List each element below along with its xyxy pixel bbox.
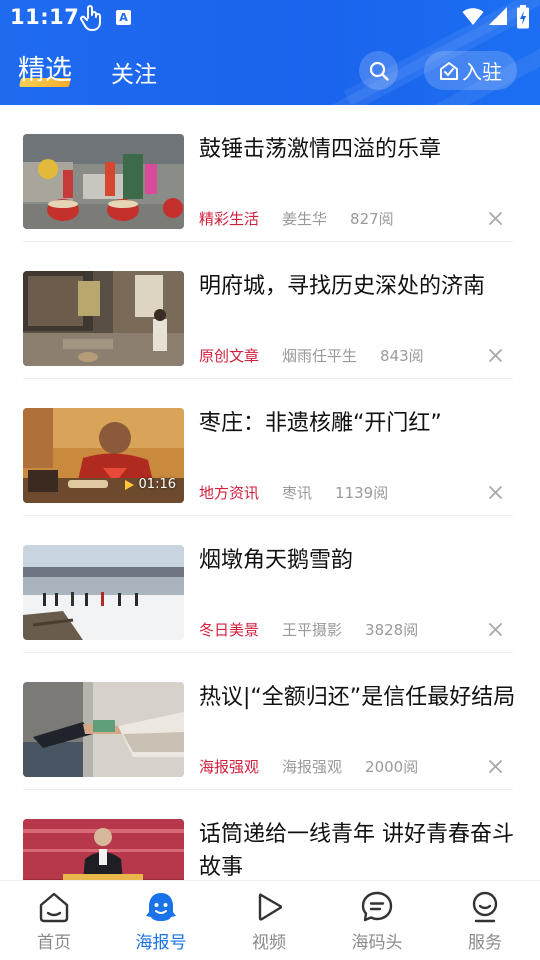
article-tag[interactable]: 精彩生活 — [199, 208, 259, 229]
nav-service[interactable]: 服务 — [431, 881, 539, 960]
search-icon — [369, 61, 389, 81]
wifi-icon — [462, 6, 484, 30]
article-title[interactable]: 枣庄：非遗核雕“开门红” — [199, 407, 519, 440]
article-tag[interactable]: 冬日美景 — [199, 619, 259, 640]
read-count: 2000阅 — [365, 758, 419, 776]
join-icon — [440, 61, 458, 80]
article-thumbnail[interactable]: 01:16 — [23, 408, 184, 503]
article-title[interactable]: 话筒递给一线青年 讲好青春奋斗故事 — [199, 818, 519, 880]
status-time: 11:17 — [10, 5, 80, 29]
play-icon — [124, 479, 134, 490]
keyboard-a-icon: A — [116, 10, 131, 25]
feed-item[interactable]: 热议|“全额归还”是信任最好结局 海报强观 海报强观 2000阅 — [0, 653, 540, 790]
article-author[interactable]: 枣讯 — [282, 482, 312, 503]
nav-haimatou[interactable]: 海码头 — [323, 881, 431, 960]
article-tag[interactable]: 地方资讯 — [199, 482, 259, 503]
home-icon — [39, 892, 69, 923]
bottom-nav: 首页 海报号 视频 海码头 服务 — [0, 880, 540, 960]
article-title[interactable]: 热议|“全额归还”是信任最好结局 — [199, 681, 519, 714]
close-icon[interactable] — [487, 210, 504, 227]
article-feed[interactable]: 鼓锤击荡激情四溢的乐章 精彩生活 姜生华 827阅 明府城，寻找历史深处的济南 … — [0, 105, 540, 880]
close-icon[interactable] — [487, 758, 504, 775]
article-title[interactable]: 鼓锤击荡激情四溢的乐章 — [199, 133, 519, 166]
battery-icon — [516, 5, 530, 33]
play-icon — [258, 893, 283, 921]
touch-gesture-icon — [80, 5, 102, 35]
join-label: 入驻 — [462, 60, 502, 84]
close-icon[interactable] — [487, 484, 504, 501]
join-button[interactable]: 入驻 — [424, 51, 517, 90]
article-tag[interactable]: 原创文章 — [199, 345, 259, 366]
feed-item[interactable]: 烟墩角天鹅雪韵 冬日美景 王平摄影 3828阅 — [0, 516, 540, 653]
article-tag[interactable]: 海报强观 — [199, 756, 259, 777]
service-icon — [472, 891, 498, 923]
nav-home[interactable]: 首页 — [0, 881, 108, 960]
nav-label: 视频 — [252, 933, 286, 953]
status-bar: 11:17 A — [0, 0, 540, 38]
article-thumbnail — [23, 819, 184, 880]
nav-haibaohao[interactable]: 海报号 — [107, 881, 215, 960]
chat-bubble-icon — [361, 891, 393, 922]
feed-item[interactable]: 明府城，寻找历史深处的济南 原创文章 烟雨任平生 843阅 — [0, 242, 540, 379]
article-thumbnail — [23, 682, 184, 777]
nav-label: 服务 — [468, 933, 502, 953]
read-count: 843阅 — [380, 347, 424, 365]
read-count: 1139阅 — [335, 484, 389, 502]
article-meta: 海报强观 海报强观 2000阅 — [199, 756, 418, 777]
article-thumbnail — [23, 134, 184, 229]
read-count: 827阅 — [350, 210, 394, 228]
nav-label: 海报号 — [135, 933, 187, 953]
video-duration-text: 01:16 — [138, 477, 176, 492]
nav-video[interactable]: 视频 — [215, 881, 323, 960]
article-title[interactable]: 烟墩角天鹅雪韵 — [199, 544, 519, 577]
feed-item[interactable]: 01:16 枣庄：非遗核雕“开门红” 地方资讯 枣讯 1139阅 — [0, 379, 540, 516]
signal-icon — [488, 6, 508, 30]
read-count: 3828阅 — [365, 621, 419, 639]
article-meta: 原创文章 烟雨任平生 843阅 — [199, 345, 424, 366]
article-title[interactable]: 明府城，寻找历史深处的济南 — [199, 270, 519, 303]
nav-label: 海码头 — [351, 933, 403, 953]
article-thumbnail — [23, 271, 184, 366]
app-screen: 11:17 A 精选 关注 入驻 鼓锤击荡激情四溢的乐章 精彩生活 姜生华 82… — [0, 0, 540, 960]
article-author[interactable]: 海报强观 — [282, 756, 342, 777]
feed-item[interactable]: 话筒递给一线青年 讲好青春奋斗故事 — [0, 790, 540, 880]
video-duration: 01:16 — [123, 477, 176, 492]
close-icon[interactable] — [487, 347, 504, 364]
article-meta: 精彩生活 姜生华 827阅 — [199, 208, 394, 229]
article-thumbnail — [23, 545, 184, 640]
header: 11:17 A 精选 关注 入驻 — [0, 0, 540, 105]
article-author[interactable]: 王平摄影 — [282, 619, 342, 640]
mascot-icon — [146, 893, 176, 921]
nav-label: 首页 — [37, 933, 71, 953]
tab-following[interactable]: 关注 — [111, 55, 157, 89]
article-author[interactable]: 烟雨任平生 — [282, 345, 357, 366]
close-icon[interactable] — [487, 621, 504, 638]
article-meta: 冬日美景 王平摄影 3828阅 — [199, 619, 418, 640]
article-meta: 地方资讯 枣讯 1139阅 — [199, 482, 388, 503]
article-author[interactable]: 姜生华 — [282, 208, 327, 229]
search-button[interactable] — [359, 51, 398, 90]
tab-featured[interactable]: 精选 — [18, 48, 72, 87]
top-tab-bar: 精选 关注 入驻 — [0, 38, 540, 105]
feed-item[interactable]: 鼓锤击荡激情四溢的乐章 精彩生活 姜生华 827阅 — [0, 105, 540, 242]
